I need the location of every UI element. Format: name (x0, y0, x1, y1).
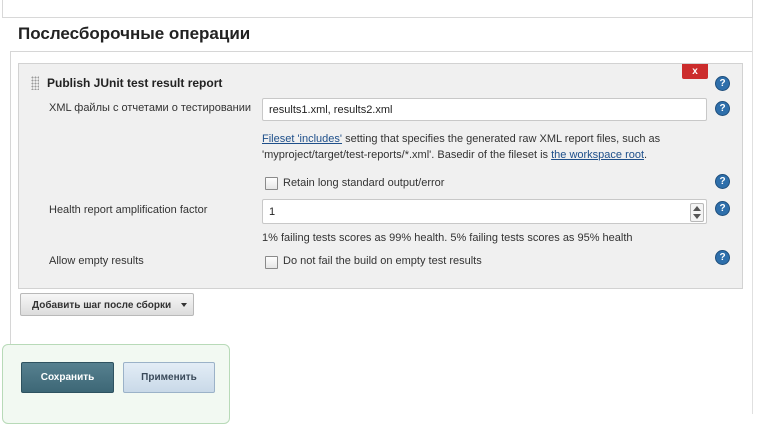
page-right-rule (752, 18, 753, 414)
workspace-root-link[interactable]: the workspace root (551, 149, 644, 161)
retain-output-help-icon[interactable]: ? (715, 174, 730, 189)
section-divider (10, 51, 752, 52)
desc-end: . (644, 149, 648, 161)
drag-handle-icon[interactable] (31, 76, 39, 90)
section-title: Послесборочные операции (18, 24, 251, 43)
allow-empty-label: Allow empty results (49, 255, 144, 267)
xml-files-input[interactable]: results1.xml, results2.xml (262, 98, 707, 121)
xml-files-label: XML файлы с отчетами о тестировании (49, 102, 252, 114)
xml-files-description: Fileset 'includes' setting that specifie… (262, 131, 712, 163)
allow-empty-checkbox[interactable] (265, 256, 278, 269)
retain-output-checkbox[interactable] (265, 177, 278, 190)
add-step-label: Добавить шаг после сборки (32, 300, 172, 311)
apply-button[interactable]: Применить (123, 362, 215, 393)
retain-output-label: Retain long standard output/error (283, 177, 445, 189)
health-factor-description: 1% failing tests scores as 99% health. 5… (262, 232, 633, 244)
health-factor-spinner[interactable] (690, 203, 704, 222)
desc-text-1: setting that specifies the generated raw… (342, 133, 661, 145)
step-title: Publish JUnit test result report (47, 76, 223, 90)
section-left-rule (10, 52, 11, 362)
fileset-includes-link[interactable]: Fileset 'includes' (262, 133, 342, 145)
border-left (2, 0, 3, 18)
border-right (752, 0, 753, 18)
health-factor-help-icon[interactable]: ? (715, 201, 730, 216)
chevron-down-icon (181, 303, 187, 307)
health-factor-input[interactable]: 1 (262, 199, 707, 224)
allow-empty-help-icon[interactable]: ? (715, 250, 730, 265)
save-button[interactable]: Сохранить (21, 362, 114, 393)
xml-files-help-icon[interactable]: ? (715, 101, 730, 116)
health-factor-label: Health report amplification factor (49, 204, 208, 216)
publish-junit-step: Publish JUnit test result report x ? XML… (18, 63, 743, 289)
add-post-build-step-button[interactable]: Добавить шаг после сборки (20, 293, 194, 316)
desc-text-2: 'myproject/target/test-reports/*.xml'. B… (262, 149, 552, 161)
step-help-icon[interactable]: ? (715, 76, 730, 91)
spinner-down-icon[interactable] (693, 214, 701, 219)
previous-section-border (0, 0, 765, 18)
delete-step-button[interactable]: x (682, 64, 708, 79)
allow-empty-checkbox-label: Do not fail the build on empty test resu… (283, 255, 482, 267)
border-bottom (2, 17, 753, 18)
spinner-up-icon[interactable] (693, 206, 701, 211)
